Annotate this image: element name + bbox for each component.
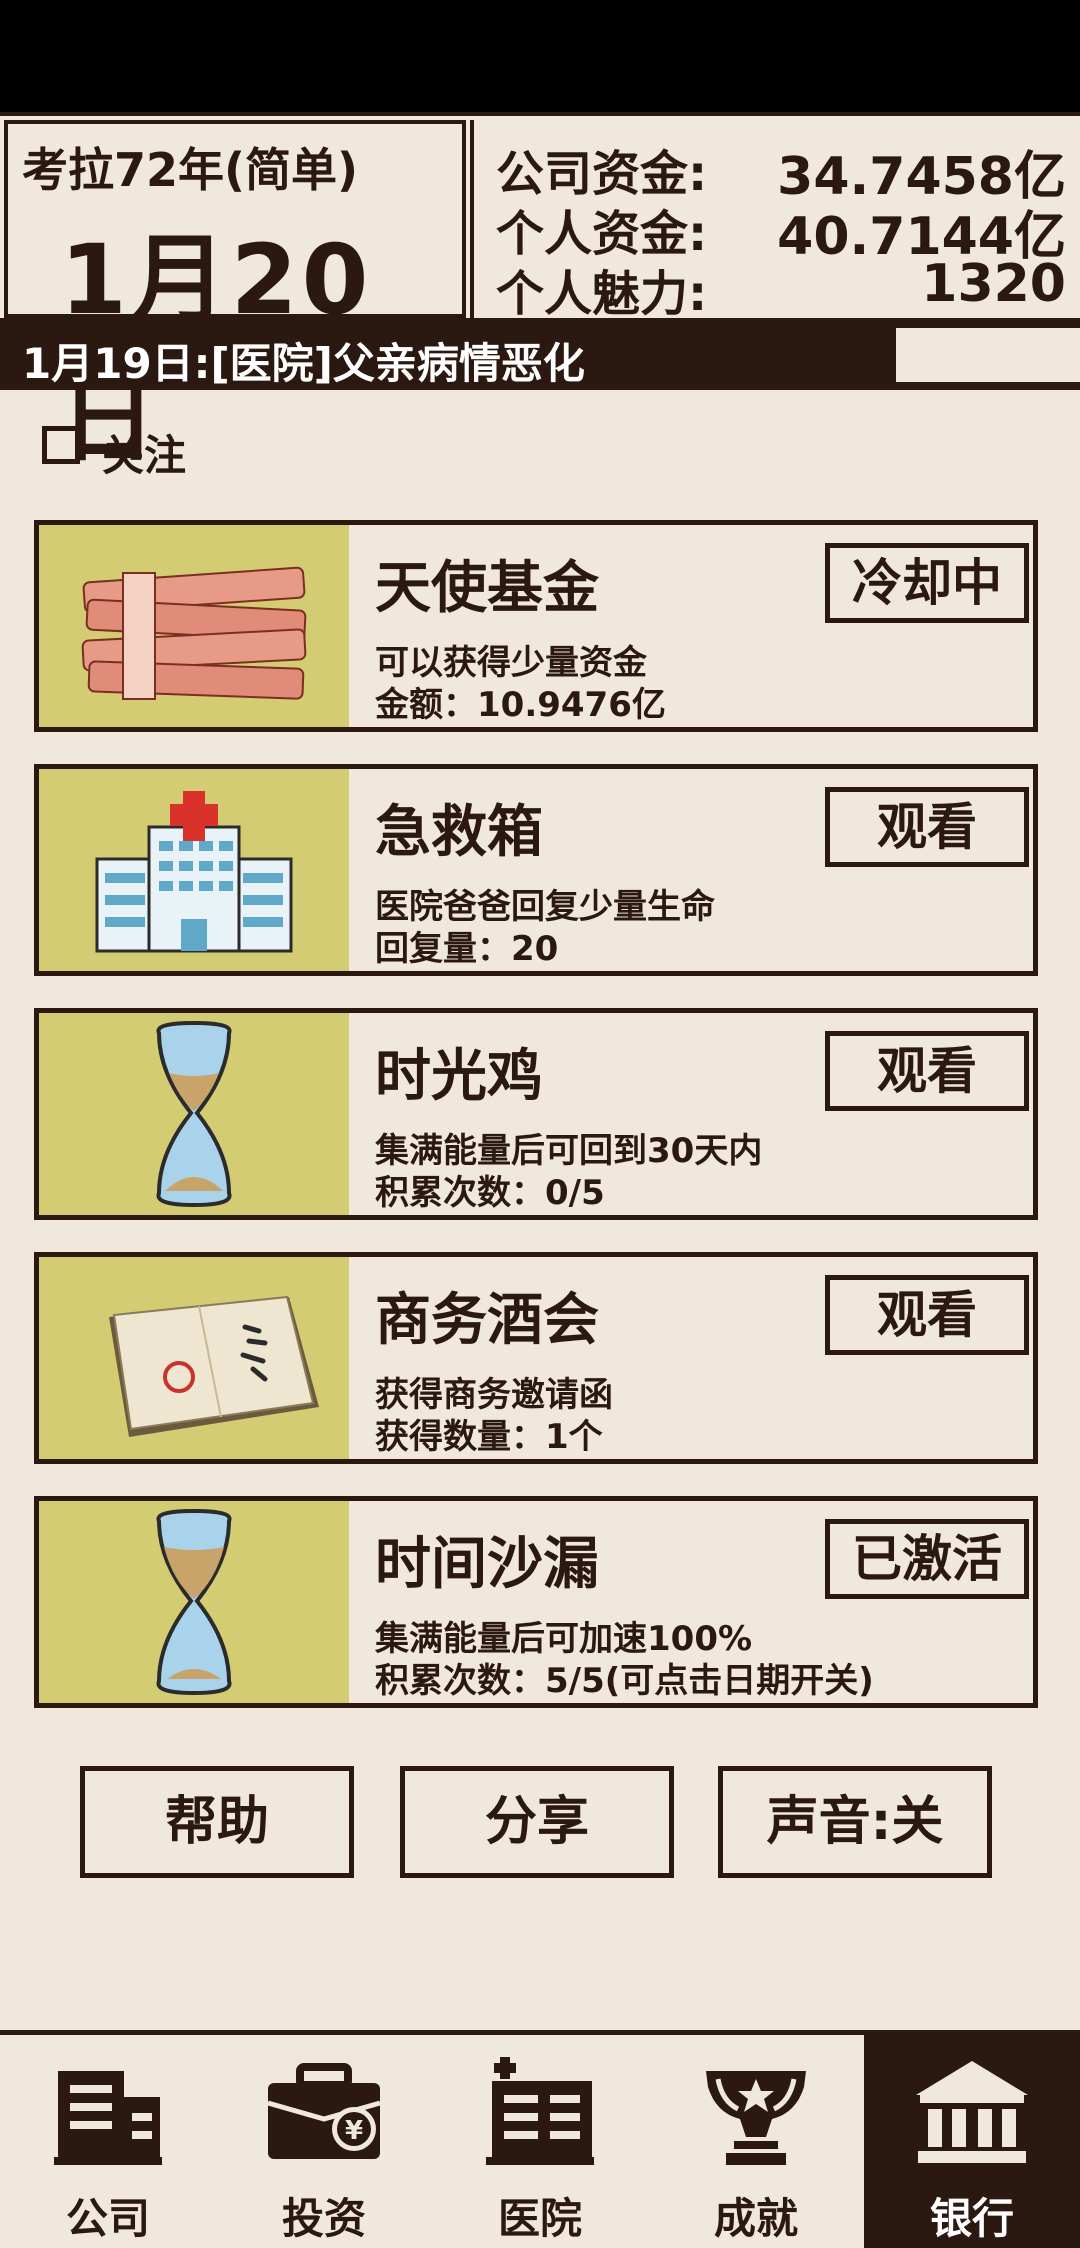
- news-text: 1月19日:[医院]父亲病情恶化: [22, 339, 585, 388]
- trophy-icon: [706, 2071, 806, 2165]
- date-box[interactable]: 考拉72年(简单) 1月20日: [4, 120, 466, 475]
- personal-funds-row: 个人资金: 40.7144亿: [496, 194, 1066, 267]
- status-bar: [0, 0, 1080, 112]
- cooldown-button[interactable]: 冷却中: [825, 543, 1029, 623]
- card-title: 天使基金: [375, 556, 599, 621]
- news-blank-area: [896, 328, 1080, 382]
- card-first-aid: 急救箱 医院爸爸回复少量生命 回复量：20 观看: [34, 764, 1038, 976]
- money-stack-icon: [39, 525, 349, 727]
- card-title: 时间沙漏: [375, 1532, 599, 1597]
- card-title: 时光鸡: [375, 1044, 543, 1109]
- charm-value: 1320: [921, 254, 1066, 314]
- follow-label: 关注: [102, 431, 187, 480]
- hospital-icon: [39, 769, 349, 971]
- checkbox-icon[interactable]: [42, 426, 80, 464]
- tab-bank[interactable]: 银行: [864, 2035, 1080, 2248]
- briefcase-icon: ¥: [267, 2063, 381, 2159]
- card-detail: 积累次数：5/5(可点击日期开关): [375, 1661, 874, 1701]
- hourglass-icon: [39, 1013, 349, 1215]
- tab-label: 投资: [281, 2194, 366, 2243]
- tab-company[interactable]: 公司: [0, 2035, 216, 2248]
- tab-achievement[interactable]: 成就: [648, 2035, 864, 2248]
- tab-label: 成就: [713, 2194, 798, 2243]
- bank-icon: [916, 2061, 1028, 2163]
- charm-label: 个人魅力:: [496, 266, 708, 322]
- bottom-tab-bar: 公司 ¥ 投资 医院 成就 银行: [0, 2030, 1080, 2248]
- watch-button[interactable]: 观看: [825, 787, 1029, 867]
- card-detail: 积累次数：0/5: [375, 1173, 605, 1213]
- card-time-hourglass: 时间沙漏 集满能量后可加速100% 积累次数：5/5(可点击日期开关) 已激活: [34, 1496, 1038, 1708]
- tab-label: 银行: [929, 2194, 1014, 2243]
- activated-button[interactable]: 已激活: [825, 1519, 1029, 1599]
- tab-hospital[interactable]: 医院: [432, 2035, 648, 2248]
- watch-button[interactable]: 观看: [825, 1275, 1029, 1355]
- sound-toggle-button[interactable]: 声音:关: [718, 1766, 992, 1878]
- card-angel-fund: 天使基金 可以获得少量资金 金额：10.9476亿 冷却中: [34, 520, 1038, 732]
- card-detail: 回复量：20: [375, 929, 559, 969]
- building-icon: [54, 2071, 162, 2165]
- news-ticker: 1月19日:[医院]父亲病情恶化: [0, 322, 1080, 390]
- hourglass-icon: [39, 1501, 349, 1703]
- hospital-icon: [486, 2057, 594, 2165]
- card-title: 商务酒会: [375, 1288, 599, 1353]
- svg-text:¥: ¥: [345, 2116, 363, 2146]
- invitation-icon: [39, 1257, 349, 1459]
- card-title: 急救箱: [375, 800, 543, 865]
- tab-invest[interactable]: ¥ 投资: [216, 2035, 432, 2248]
- help-button[interactable]: 帮助: [80, 1766, 354, 1878]
- card-detail: 获得数量：1个: [375, 1417, 603, 1457]
- header-panel: 考拉72年(简单) 1月20日 公司资金: 34.7458亿 个人资金: 40.…: [0, 112, 1080, 475]
- company-funds-row: 公司资金: 34.7458亿: [496, 134, 1066, 207]
- tab-label: 医院: [497, 2194, 582, 2243]
- card-business-party: 商务酒会 获得商务邀请函 获得数量：1个 观看: [34, 1252, 1038, 1464]
- share-button[interactable]: 分享: [400, 1766, 674, 1878]
- watch-button[interactable]: 观看: [825, 1031, 1029, 1111]
- funds-panel: 公司资金: 34.7458亿 个人资金: 40.7144亿 个人魅力: 1320: [470, 120, 1076, 322]
- era-label: 考拉72年(简单): [22, 143, 359, 197]
- card-time-chicken: 时光鸡 集满能量后可回到30天内 积累次数：0/5 观看: [34, 1008, 1038, 1220]
- card-detail: 金额：10.9476亿: [375, 685, 666, 725]
- tab-label: 公司: [65, 2194, 150, 2243]
- charm-row: 个人魅力: 1320: [496, 254, 1066, 322]
